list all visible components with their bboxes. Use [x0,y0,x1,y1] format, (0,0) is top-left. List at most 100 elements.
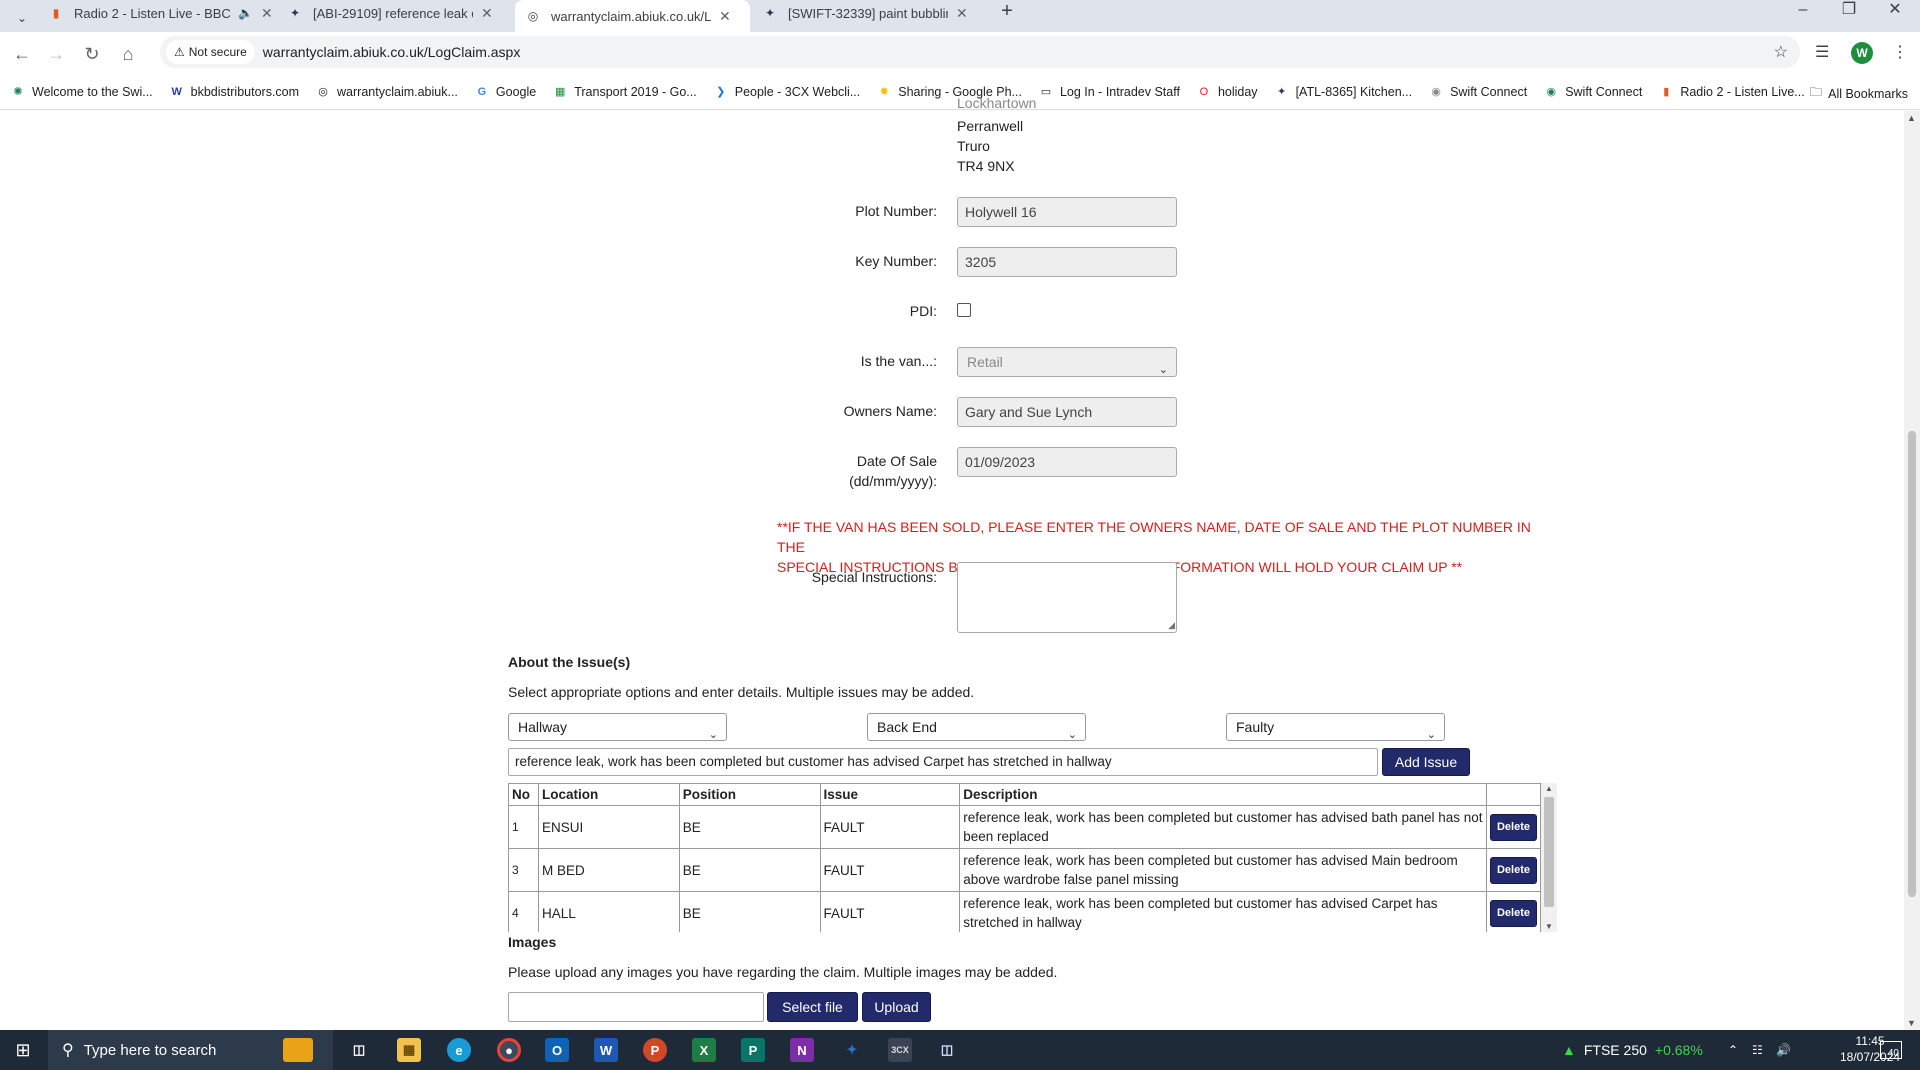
bookmark-item[interactable]: Oholiday [1196,84,1258,100]
close-tab-icon[interactable]: ✕ [719,8,731,25]
notification-center-icon[interactable]: 40 [1880,1030,1902,1070]
upload-button[interactable]: Upload [862,992,931,1022]
menu-kebab-icon[interactable]: ⋮ [1892,42,1908,62]
issue-description-input[interactable]: reference leak, work has been completed … [508,748,1378,776]
sheets-icon: ▦ [555,86,566,98]
volume-icon[interactable]: 🔊 [1776,1030,1791,1070]
location-select[interactable]: Hallway ⌄ [508,713,727,741]
avatar[interactable]: W [1851,42,1873,64]
media-controls-icon[interactable]: ☰ [1815,42,1829,62]
add-issue-button[interactable]: Add Issue [1382,748,1470,776]
browser-toolbar: ← → ↻ ⌂ ⚠ Not secure warrantyclaim.abiuk… [0,32,1920,74]
bookmark-star-icon[interactable]: ☆ [1774,42,1788,62]
network-icon[interactable]: ☷ [1752,1030,1763,1070]
cell-action: Delete [1485,891,1542,932]
windows-start-icon[interactable]: ⊞ [0,1030,46,1070]
home-icon[interactable]: ⌂ [114,40,142,68]
3cx-icon[interactable]: 3CX [888,1038,912,1062]
file-explorer-icon[interactable]: ▦ [397,1038,421,1062]
restore-button[interactable]: ❐ [1826,0,1872,24]
close-tab-icon[interactable]: ✕ [481,5,493,22]
forward-arrow-icon[interactable]: → [42,40,70,68]
plot-number-field[interactable]: Holywell 16 [957,197,1177,227]
chrome-icon[interactable]: ● [497,1038,521,1062]
date-of-sale-field[interactable]: 01/09/2023 [957,447,1177,477]
scroll-thumb[interactable] [1908,431,1916,897]
issues-table-scrollbar[interactable]: ▲ ▼ [1541,783,1557,932]
tab-search-chevron-icon[interactable]: ⌄ [8,4,36,32]
pdi-checkbox[interactable] [957,303,971,317]
key-number-field[interactable]: 3205 [957,247,1177,277]
url-text[interactable]: warrantyclaim.abiuk.co.uk/LogClaim.aspx [263,44,521,60]
tab-swift-32339[interactable]: ✦ [SWIFT-32339] paint bubbling o ✕ [752,0,978,26]
globe-icon: ◎ [527,9,539,23]
bookmark-item[interactable]: ▭ Log In - Intradev Staff [1038,84,1180,100]
cell-description: reference leak, work has been completed … [959,805,1487,849]
tab-abi-29109[interactable]: ✦ [ABI-29109] reference leak cust ✕ [277,0,503,26]
column-header: Description [959,783,1487,806]
not-secure-badge[interactable]: ⚠ Not secure [166,40,255,64]
issues-table-container[interactable]: No Location Position Issue Description 1… [508,783,1557,932]
speaker-icon[interactable]: 🔈 [238,6,253,20]
back-arrow-icon[interactable]: ← [8,40,36,68]
onenote-icon[interactable]: N [790,1038,814,1062]
edge-icon[interactable]: e [447,1038,471,1062]
scroll-down-arrow-icon[interactable]: ▼ [1907,1018,1916,1028]
van-type-select[interactable]: Retail ⌄ [957,347,1177,377]
opera-icon: O [1199,85,1209,98]
position-select[interactable]: Back End ⌄ [867,713,1086,741]
special-instructions-textarea[interactable]: ◢ [957,562,1177,633]
bookmark-item[interactable]: ◎ warrantyclaim.abiuk... [315,84,458,100]
stock-ticker[interactable]: ▲ FTSE 250 +0.68% [1562,1030,1703,1070]
tray-expand-icon[interactable]: ⌃ [1728,1030,1738,1070]
package-icon[interactable]: ◫ [935,1038,959,1062]
task-view-icon[interactable]: ◫ [347,1038,371,1062]
taskbar-search-box[interactable]: ⚲ Type here to search [48,1030,333,1070]
delete-button[interactable]: Delete [1489,899,1537,927]
tab-warrantyclaim-active[interactable]: ◎ warrantyclaim.abiuk.co.uk/LogC ✕ [515,0,750,32]
bookmark-item[interactable]: ▮ Radio 2 - Listen Live... [1658,84,1804,100]
scroll-up-arrow-icon[interactable]: ▲ [1907,113,1916,123]
scroll-up-arrow-icon[interactable]: ▲ [1545,784,1553,793]
word-icon[interactable]: W [594,1038,618,1062]
column-header: Issue [819,783,961,806]
bookmark-item[interactable]: ❯ People - 3CX Webcli... [713,84,860,100]
page-scrollbar[interactable]: ▲ ▼ [1904,111,1920,1030]
minimize-button[interactable]: – [1780,0,1826,24]
excel-icon[interactable]: X [692,1038,716,1062]
delete-button[interactable]: Delete [1489,813,1537,841]
bookmark-item[interactable]: ✺ Welcome to the Swi... [10,84,152,100]
publisher-icon[interactable]: P [741,1038,765,1062]
all-bookmarks-button[interactable]: 🗀 All Bookmarks [1810,83,1908,104]
jira-icon[interactable]: ✦ [840,1038,864,1062]
bookmark-item[interactable]: ✦ [ATL-8365] Kitchen... [1274,84,1412,100]
powerpoint-icon[interactable]: P [643,1038,667,1062]
bookmark-item[interactable]: ◉ Swift Connect [1543,84,1642,100]
bookmark-item[interactable]: G Google [474,84,537,100]
tab-radio2[interactable]: ▮ Radio 2 - Listen Live - BBC S 🔈 ✕ [38,0,283,26]
bookmark-item[interactable]: ▦ Transport 2019 - Go... [552,84,697,100]
radio-icon: ▮ [1663,86,1670,98]
reload-icon[interactable]: ↻ [78,40,106,68]
scroll-thumb[interactable] [1544,797,1554,907]
google-photos-icon: ✸ [879,86,889,98]
select-file-button[interactable]: Select file [767,992,858,1022]
address-bar[interactable]: ⚠ Not secure warrantyclaim.abiuk.co.uk/L… [160,36,1800,68]
close-tab-icon[interactable]: ✕ [956,5,968,22]
document-icon: ▭ [1040,86,1052,98]
bookmark-item[interactable]: Wbkbdistributors.com [169,84,299,100]
new-tab-button[interactable]: + [995,0,1019,24]
bookmark-item[interactable]: ◉ Swift Connect [1428,84,1527,100]
outlook-icon[interactable]: O [545,1038,569,1062]
resize-grip-icon[interactable]: ◢ [1168,620,1175,631]
delete-button[interactable]: Delete [1489,856,1537,884]
issue-type-select[interactable]: Faulty ⌄ [1226,713,1445,741]
address-postcode: TR4 9NX [957,158,1015,174]
jira-icon: ✦ [1276,86,1287,98]
file-path-field[interactable] [508,992,764,1022]
owners-name-field[interactable]: Gary and Sue Lynch [957,397,1177,427]
close-window-button[interactable]: ✕ [1872,0,1918,24]
column-header: Position [678,783,821,806]
scroll-down-arrow-icon[interactable]: ▼ [1545,922,1553,931]
close-tab-icon[interactable]: ✕ [261,5,273,22]
